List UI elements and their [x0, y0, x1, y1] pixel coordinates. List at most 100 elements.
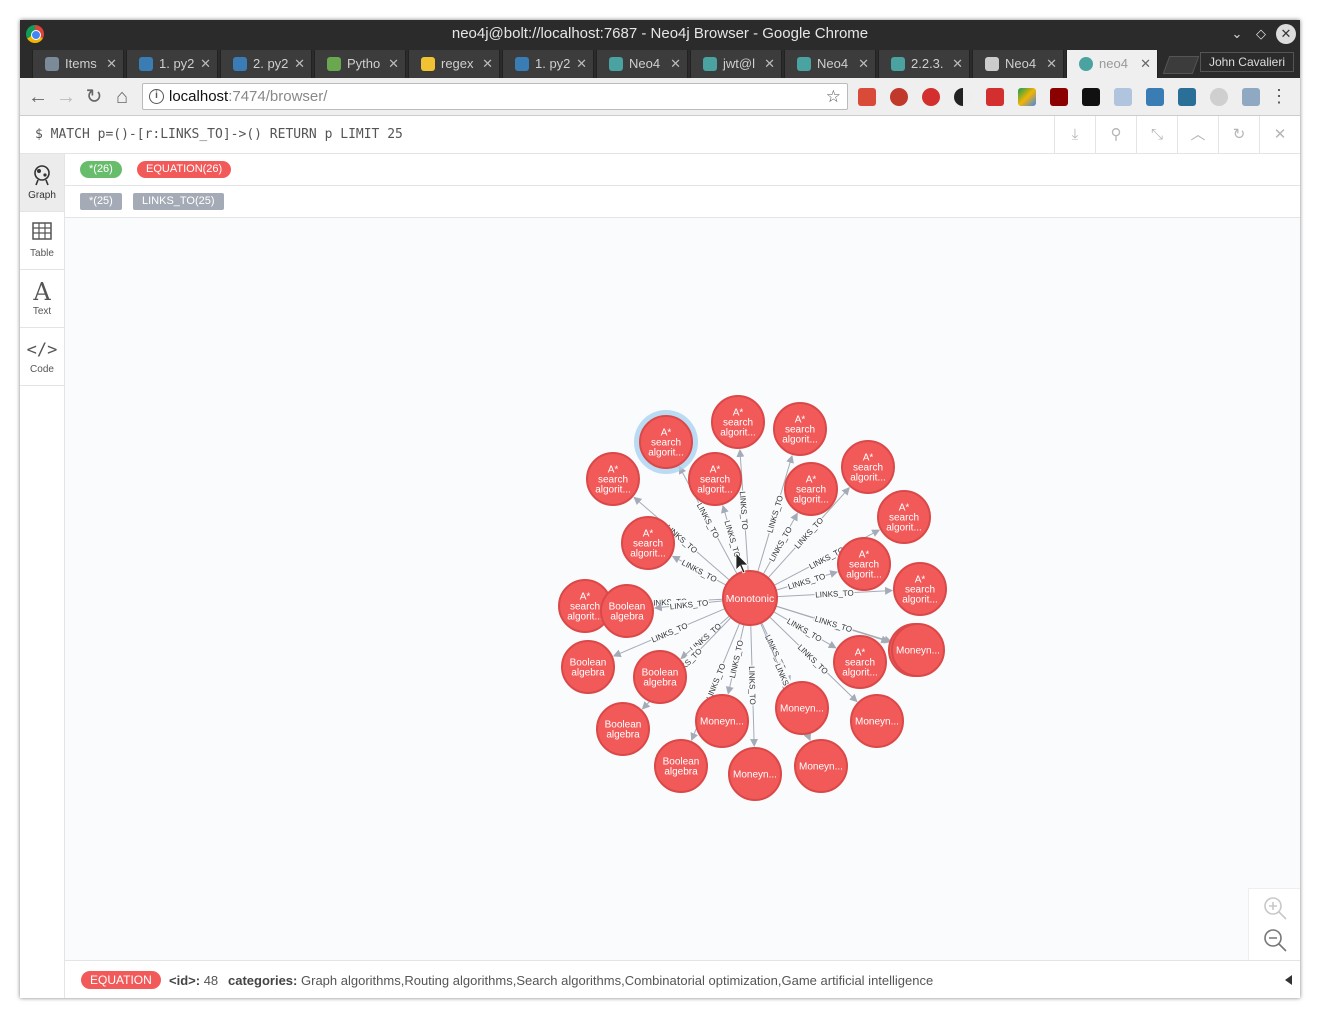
- info-icon[interactable]: i: [149, 89, 164, 104]
- relationship-label: LINKS_TO: [814, 614, 853, 634]
- relationship-label: LINKS_TO: [766, 494, 786, 534]
- relationship-label: LINKS_TO: [738, 491, 750, 530]
- node-caption: Moneyn...: [896, 646, 940, 657]
- tab-close-icon[interactable]: ✕: [1046, 50, 1057, 78]
- relationship-label: LINKS_TO: [688, 621, 723, 653]
- relationship-label: LINKS_TO: [695, 502, 721, 540]
- graph-canvas[interactable]: LINKS_TO LINKS_TO LINKS_TO LINKS_TO LINKS_TO…: [65, 218, 1300, 962]
- close-window-button[interactable]: ✕: [1276, 24, 1296, 44]
- browser-tab[interactable]: Neo4 ✕: [784, 50, 876, 78]
- graph-svg[interactable]: LINKS_TO LINKS_TO LINKS_TO LINKS_TO LINKS_TO…: [65, 218, 1300, 960]
- sidebar-item-code[interactable]: </> Code: [20, 328, 64, 386]
- chrome-menu-icon[interactable]: ⋮: [1270, 86, 1288, 106]
- forward-button[interactable]: →: [53, 84, 79, 110]
- tab-close-icon[interactable]: ✕: [764, 50, 775, 78]
- browser-tab[interactable]: 1. py2 ✕: [126, 50, 218, 78]
- relationship-label: LINKS_TO: [747, 666, 757, 705]
- sidebar-item-text[interactable]: A Text: [20, 270, 64, 328]
- tab-close-icon[interactable]: ✕: [482, 50, 493, 78]
- close-frame-icon[interactable]: ✕: [1259, 116, 1300, 154]
- extension-icon[interactable]: [890, 88, 908, 106]
- query-text[interactable]: $ MATCH p=()-[r:LINKS_TO]->() RETURN p L…: [35, 116, 403, 154]
- rerun-icon[interactable]: ↻: [1218, 116, 1259, 154]
- address-bar[interactable]: i localhost:7474/browser/ ☆: [142, 83, 848, 110]
- tab-close-icon[interactable]: ✕: [670, 50, 681, 78]
- browser-tab[interactable]: regex ✕: [408, 50, 500, 78]
- drive-icon[interactable]: [1018, 88, 1036, 106]
- node-label-legend: *(26) EQUATION(26): [65, 154, 1300, 186]
- reload-button[interactable]: ↻: [81, 84, 107, 110]
- zoom-out-icon[interactable]: [1261, 927, 1289, 955]
- zoom-in-icon[interactable]: [1261, 895, 1289, 923]
- extension-icon[interactable]: [1178, 88, 1196, 106]
- categories-property: categories: Graph algorithms,Routing alg…: [228, 973, 934, 988]
- tab-close-icon[interactable]: ✕: [388, 50, 399, 78]
- node-caption: Monotonic: [726, 593, 774, 605]
- browser-tab[interactable]: 2.2.3. ✕: [878, 50, 970, 78]
- node-caption: algorit...: [595, 485, 631, 496]
- browser-tab[interactable]: 2. py2 ✕: [220, 50, 312, 78]
- legend-all-relationships-pill[interactable]: *(25): [80, 193, 122, 210]
- extension-icon[interactable]: [1210, 88, 1228, 106]
- zoom-controls: [1248, 888, 1300, 962]
- minimize-button[interactable]: ⌄: [1226, 20, 1248, 48]
- browser-toolbar: ← → ↻ ⌂ i localhost:7474/browser/ ☆ ⋮: [20, 78, 1300, 116]
- profile-button[interactable]: John Cavalieri: [1199, 52, 1294, 72]
- tab-close-icon[interactable]: ✕: [576, 50, 587, 78]
- neo4j-browser: $ MATCH p=()-[r:LINKS_TO]->() RETURN p L…: [20, 116, 1300, 998]
- browser-tab[interactable]: Pytho ✕: [314, 50, 406, 78]
- legend-links-to-pill[interactable]: LINKS_TO(25): [133, 193, 224, 210]
- tab-close-icon[interactable]: ✕: [294, 50, 305, 78]
- download-icon[interactable]: ⤓: [1054, 116, 1095, 154]
- code-icon: </>: [26, 340, 58, 360]
- collapse-fullscreen-icon[interactable]: ⤡: [1136, 116, 1177, 154]
- dark-mode-icon[interactable]: [954, 88, 972, 106]
- chevron-up-icon[interactable]: ︿: [1177, 116, 1218, 154]
- window-title: neo4j@bolt://localhost:7687 - Neo4j Brow…: [451, 25, 869, 42]
- tab-strip: Items ✕ 1. py2 ✕ 2. py2 ✕ Pytho ✕ regex ✕ 1. …: [20, 48, 1300, 78]
- jetbrains-icon[interactable]: [1082, 88, 1100, 106]
- node-caption: Moneyn...: [855, 717, 899, 728]
- adblock-icon[interactable]: [922, 88, 940, 106]
- browser-window: neo4j@bolt://localhost:7687 - Neo4j Brow…: [20, 20, 1300, 998]
- new-tab-button[interactable]: [1162, 56, 1200, 74]
- extension-icon[interactable]: [986, 88, 1004, 106]
- maximize-button[interactable]: ◇: [1250, 20, 1272, 48]
- collapse-inspector-icon[interactable]: [1285, 975, 1292, 985]
- query-frame-header: $ MATCH p=()-[r:LINKS_TO]->() RETURN p L…: [20, 116, 1300, 154]
- extension-icon[interactable]: [1242, 88, 1260, 106]
- node-caption: algebra: [610, 612, 644, 623]
- tab-favicon-icon: [703, 57, 717, 71]
- browser-tab-active[interactable]: neo4 ✕: [1066, 50, 1158, 78]
- browser-tab[interactable]: jwt@l ✕: [690, 50, 782, 78]
- legend-equation-pill[interactable]: EQUATION(26): [137, 161, 232, 178]
- tab-close-icon[interactable]: ✕: [200, 50, 211, 78]
- tab-close-icon[interactable]: ✕: [1140, 50, 1151, 78]
- ublock-icon[interactable]: [1050, 88, 1068, 106]
- back-button[interactable]: ←: [25, 84, 51, 110]
- browser-tab[interactable]: Neo4 ✕: [972, 50, 1064, 78]
- browser-tab[interactable]: Items ✕: [32, 50, 124, 78]
- tab-favicon-icon: [421, 57, 435, 71]
- bookmark-star-icon[interactable]: ☆: [826, 84, 841, 109]
- browser-tab[interactable]: 1. py2 ✕: [502, 50, 594, 78]
- node-caption: algorit...: [567, 612, 603, 623]
- status-label-badge[interactable]: EQUATION: [81, 971, 161, 989]
- tab-close-icon[interactable]: ✕: [952, 50, 963, 78]
- tab-close-icon[interactable]: ✕: [858, 50, 869, 78]
- extension-icon[interactable]: [1146, 88, 1164, 106]
- home-button[interactable]: ⌂: [109, 84, 135, 110]
- browser-tab[interactable]: Neo4 ✕: [596, 50, 688, 78]
- node-caption: algebra: [571, 668, 605, 679]
- extension-icon[interactable]: [1114, 88, 1132, 106]
- sidebar-item-graph[interactable]: Graph: [20, 154, 64, 212]
- legend-all-nodes-pill[interactable]: *(26): [80, 161, 122, 178]
- node-caption: algorit...: [850, 473, 886, 484]
- sidebar-item-table[interactable]: Table: [20, 212, 64, 270]
- relationship-label: LINKS_TO: [793, 516, 825, 551]
- pin-icon[interactable]: ⚲: [1095, 116, 1136, 154]
- tab-close-icon[interactable]: ✕: [106, 50, 117, 78]
- node-caption: Moneyn...: [733, 770, 777, 781]
- node-caption: algorit...: [697, 485, 733, 496]
- extension-icon[interactable]: [858, 88, 876, 106]
